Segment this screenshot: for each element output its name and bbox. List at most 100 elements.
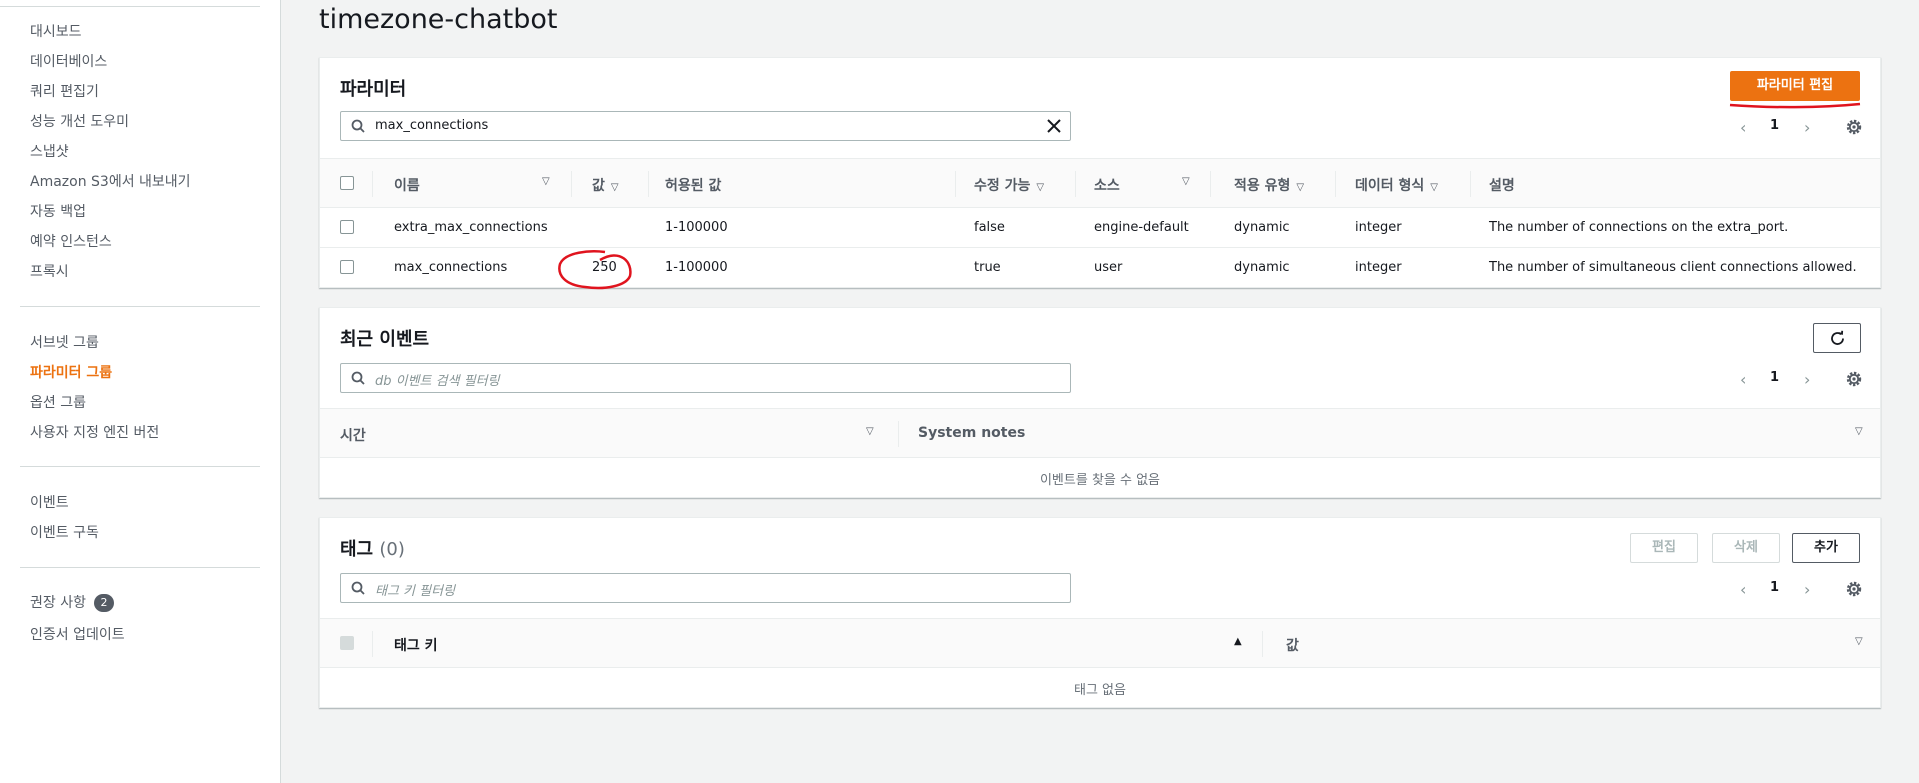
parameter-search-input[interactable]: max_connections (340, 111, 1071, 141)
row-checkbox[interactable] (340, 260, 354, 274)
tags-empty-message: 태그 없음 (1074, 683, 1126, 698)
param-description: The number of simultaneous client connec… (1489, 260, 1857, 275)
parameters-table-header: 이름 ▽ 값 ▽ 허용된 값 수정 가능 ▽ 소스 ▽ 적용 유형 ▽ 데이터 형식 ▽… (320, 158, 1880, 208)
sidebar-item-recommendations[interactable]: 권장 사항 2 (30, 592, 114, 612)
gear-icon[interactable] (1845, 580, 1863, 598)
sidebar-item-reserved-instances[interactable]: 예약 인스턴스 (30, 231, 112, 251)
table-row[interactable]: extra_max_connections 1-100000 false eng… (320, 208, 1880, 248)
sidebar-divider (20, 466, 260, 467)
sort-icon: ▽ (610, 182, 619, 193)
sort-icon[interactable]: ▽ (1182, 176, 1190, 187)
column-header-data-type[interactable]: 데이터 형식 ▽ (1355, 175, 1438, 195)
page-title: timezone-chatbot (319, 4, 558, 35)
chevron-left-icon[interactable]: ‹ (1740, 370, 1746, 389)
chevron-right-icon[interactable]: › (1804, 580, 1810, 599)
delete-tags-button[interactable]: 삭제 (1712, 533, 1780, 563)
column-header-value[interactable]: 값 (1286, 635, 1299, 655)
sidebar-item-subnet-groups[interactable]: 서브넷 그룹 (30, 332, 99, 352)
tag-search-input[interactable]: 태그 키 필터링 (340, 573, 1071, 603)
add-tag-button[interactable]: 추가 (1792, 533, 1860, 563)
search-icon (351, 581, 365, 595)
search-placeholder: 태그 키 필터링 (375, 584, 456, 599)
sidebar-item-proxies[interactable]: 프록시 (30, 261, 69, 281)
sidebar-nav: 대시보드 데이터베이스 쿼리 편집기 성능 개선 도우미 스냅샷 Amazon … (0, 0, 281, 783)
search-value: max_connections (375, 118, 489, 133)
chevron-left-icon[interactable]: ‹ (1740, 580, 1746, 599)
tags-title: 태그 (0) (340, 539, 405, 560)
column-header-tag-key[interactable]: 태그 키 (394, 635, 438, 655)
sidebar-item-custom-engine-versions[interactable]: 사용자 지정 엔진 버전 (30, 422, 159, 442)
sidebar-item-parameter-groups[interactable]: 파라미터 그룹 (30, 362, 112, 382)
column-header-description[interactable]: 설명 (1489, 175, 1515, 195)
sidebar-item-query-editor[interactable]: 쿼리 편집기 (30, 81, 99, 101)
param-apply-type: dynamic (1234, 260, 1290, 275)
column-header-apply-type[interactable]: 적용 유형 ▽ (1234, 175, 1304, 195)
parameters-pagination: ‹ 1 › (1740, 115, 1820, 139)
event-search-input[interactable]: db 이벤트 검색 필터링 (340, 363, 1071, 393)
param-data-type: integer (1355, 220, 1402, 235)
sort-icon[interactable]: ▽ (1855, 426, 1863, 437)
sort-icon[interactable]: ▽ (1855, 636, 1863, 647)
chevron-right-icon[interactable]: › (1804, 370, 1810, 389)
param-modifiable: true (974, 260, 1001, 275)
tags-table-header: 태그 키 ▲ 값 ▽ (320, 618, 1880, 668)
sidebar-divider (20, 567, 260, 568)
param-allowed-values: 1-100000 (665, 220, 728, 235)
sidebar-item-dashboard[interactable]: 대시보드 (30, 21, 82, 41)
page-number[interactable]: 1 (1770, 118, 1779, 133)
sidebar-item-databases[interactable]: 데이터베이스 (30, 51, 107, 71)
sidebar-item-performance-insights[interactable]: 성능 개선 도우미 (30, 111, 129, 131)
sort-icon: ▽ (1430, 182, 1438, 193)
parameters-title: 파라미터 (340, 79, 407, 100)
search-icon (351, 119, 365, 133)
param-value: 250 (592, 260, 617, 275)
param-description: The number of connections on the extra_p… (1489, 220, 1789, 235)
edit-parameters-button[interactable]: 파라미터 편집 (1730, 71, 1860, 101)
column-header-modifiable[interactable]: 수정 가능 ▽ (974, 175, 1044, 195)
row-checkbox[interactable] (340, 220, 354, 234)
page-number[interactable]: 1 (1770, 370, 1779, 385)
param-allowed-values: 1-100000 (665, 260, 728, 275)
sort-icon[interactable]: ▽ (542, 176, 550, 187)
param-name: extra_max_connections (394, 220, 548, 235)
table-row[interactable]: max_connections 250 1-100000 true user d… (320, 248, 1880, 288)
sort-icon: ▽ (1296, 182, 1305, 193)
sidebar-top-divider (0, 6, 260, 7)
column-header-allowed-values[interactable]: 허용된 값 (665, 175, 721, 195)
column-header-name[interactable]: 이름 (394, 175, 420, 195)
sidebar-item-certificate-update[interactable]: 인증서 업데이트 (30, 624, 125, 644)
events-title: 최근 이벤트 (340, 329, 430, 350)
refresh-button[interactable] (1813, 323, 1861, 353)
sidebar-divider (20, 306, 260, 307)
sidebar-item-option-groups[interactable]: 옵션 그룹 (30, 392, 86, 412)
sort-icon: ▽ (1036, 182, 1045, 193)
sidebar-item-automated-backups[interactable]: 자동 백업 (30, 201, 86, 221)
sidebar-item-snapshots[interactable]: 스냅샷 (30, 141, 69, 161)
count-badge: 2 (93, 594, 114, 612)
column-header-value[interactable]: 값 ▽ (592, 175, 619, 195)
param-source: engine-default (1094, 220, 1189, 235)
column-header-system-notes[interactable]: System notes (918, 425, 1025, 441)
param-modifiable: false (974, 220, 1005, 235)
events-pagination: ‹ 1 › (1740, 367, 1820, 391)
edit-tags-button[interactable]: 편집 (1630, 533, 1698, 563)
search-icon (351, 371, 365, 385)
tags-count: (0) (379, 539, 405, 560)
clear-icon[interactable] (1046, 118, 1062, 134)
chevron-right-icon[interactable]: › (1804, 118, 1810, 137)
param-name: max_connections (394, 260, 508, 275)
parameters-panel: 파라미터 파라미터 편집 max_connections ‹ 1 › 이름 ▽ … (319, 57, 1881, 288)
sort-icon[interactable]: ▽ (866, 426, 874, 437)
select-all-checkbox[interactable] (340, 176, 354, 190)
gear-icon[interactable] (1845, 118, 1863, 136)
page-number[interactable]: 1 (1770, 580, 1779, 595)
select-all-checkbox[interactable] (340, 636, 354, 650)
sidebar-item-s3-exports[interactable]: Amazon S3에서 내보내기 (30, 171, 191, 191)
sidebar-item-event-subscriptions[interactable]: 이벤트 구독 (30, 522, 99, 542)
gear-icon[interactable] (1845, 370, 1863, 388)
chevron-left-icon[interactable]: ‹ (1740, 118, 1746, 137)
column-header-source[interactable]: 소스 (1094, 175, 1120, 195)
sort-ascending-icon[interactable]: ▲ (1234, 636, 1242, 647)
sidebar-item-events[interactable]: 이벤트 (30, 492, 69, 512)
column-header-time[interactable]: 시간 (340, 425, 366, 445)
